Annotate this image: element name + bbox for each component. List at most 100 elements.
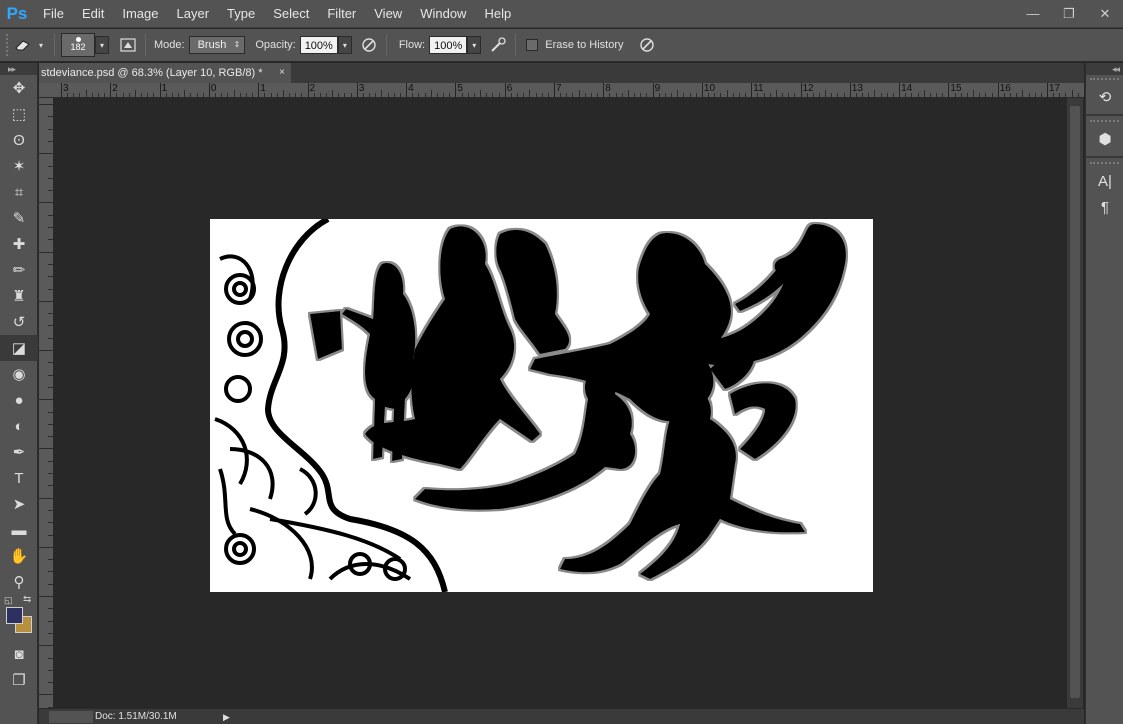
menu-help[interactable]: Help (475, 0, 520, 28)
ruler-minor-tick (375, 93, 377, 97)
history-brush-tool[interactable]: ↺ (0, 309, 38, 335)
blur-tool[interactable]: ● (0, 387, 38, 413)
ruler-minor-tick (794, 93, 796, 97)
brush-panel-toggle-icon[interactable] (117, 34, 139, 56)
ruler-minor-tick (134, 90, 136, 97)
ruler-minor-tick (104, 93, 106, 97)
ruler-minor-tick (936, 93, 938, 97)
paint-bucket-tool[interactable]: ◉ (0, 361, 38, 387)
mode-select[interactable]: Brush ⇕ (188, 36, 246, 54)
eraser-icon[interactable] (12, 34, 34, 56)
clone-stamp-tool[interactable]: ♜ (0, 283, 38, 309)
brush-preset-picker[interactable]: 182 (61, 33, 95, 57)
menu-image[interactable]: Image (113, 0, 167, 28)
ruler-minor-tick (147, 93, 149, 97)
opacity-input[interactable]: 100% (299, 36, 338, 54)
document-tab[interactable]: stdeviance.psd @ 68.3% (Layer 10, RGB/8)… (39, 63, 291, 83)
menu-file[interactable]: File (34, 0, 73, 28)
ruler-minor-tick (264, 93, 266, 97)
marquee-tool[interactable]: ⬚ (0, 101, 38, 127)
erase-to-history-checkbox[interactable] (526, 39, 539, 51)
menu-view[interactable]: View (365, 0, 411, 28)
flow-input[interactable]: 100% (429, 36, 468, 54)
ruler-minor-tick (738, 93, 740, 97)
status-menu-arrow-icon[interactable]: ▶ (223, 710, 230, 724)
canvas-workspace[interactable] (54, 98, 1066, 708)
hand-tool[interactable]: ✋ (0, 543, 38, 569)
document-canvas[interactable] (210, 219, 873, 592)
mode-label: Mode: (154, 39, 185, 51)
default-colors-icon[interactable]: ◱ (4, 595, 13, 606)
move-tool[interactable]: ✥ (0, 75, 38, 101)
ruler-minor-tick (541, 93, 543, 97)
ruler-tick (48, 522, 53, 524)
type-tool[interactable]: T (0, 465, 38, 491)
photoshop-logo: Ps (6, 3, 28, 23)
healing-brush-tool[interactable]: ✚ (0, 231, 38, 257)
ruler-minor-tick (880, 93, 882, 97)
flow-slider-dropdown[interactable]: ▾ (467, 36, 482, 54)
pressure-opacity-icon[interactable] (358, 34, 380, 56)
path-selection-tool[interactable]: ➤ (0, 491, 38, 517)
ruler-minor-tick (560, 93, 562, 97)
swap-colors-icon[interactable]: ⇆ (23, 594, 31, 605)
ruler-minor-tick (492, 93, 494, 97)
ruler-minor-tick (270, 93, 272, 97)
panel-dock-collapse[interactable]: ◂◂ (1086, 63, 1123, 75)
ruler-minor-tick (621, 93, 623, 97)
ruler-tick (48, 436, 53, 438)
3d-panel-icon[interactable]: ⬢ (1086, 126, 1123, 152)
options-separator (385, 34, 387, 56)
erase-to-history-label: Erase to History (545, 39, 624, 51)
menu-edit[interactable]: Edit (73, 0, 113, 28)
character-panel-icon[interactable]: A| (1086, 168, 1123, 194)
foreground-color-swatch[interactable] (6, 607, 23, 624)
pen-tool[interactable]: ✒ (0, 439, 38, 465)
quick-mask-icon[interactable]: ◙ (0, 641, 38, 667)
tool-preset-dropdown[interactable]: ▾ (34, 36, 48, 54)
paragraph-panel-icon[interactable]: ¶ (1086, 194, 1123, 220)
ruler-minor-tick (572, 93, 574, 97)
restore-button[interactable]: ❐ (1051, 0, 1087, 28)
menu-layer[interactable]: Layer (168, 0, 219, 28)
ruler-tick (48, 509, 53, 511)
ruler-minor-tick (775, 90, 777, 97)
ruler-tick (38, 251, 53, 253)
ruler-minor-tick (609, 93, 611, 97)
history-panel-icon[interactable]: ⟲ (1086, 84, 1123, 110)
screen-mode-icon[interactable]: ❐ (0, 667, 38, 693)
vertical-scrollbar-thumb[interactable] (1070, 106, 1080, 698)
ruler-minor-tick (91, 93, 93, 97)
ruler-minor-tick (1022, 90, 1024, 97)
opacity-slider-dropdown[interactable]: ▾ (337, 36, 352, 54)
rectangle-tool[interactable]: ▬ (0, 517, 38, 543)
airbrush-icon[interactable] (487, 34, 509, 56)
vertical-scrollbar[interactable] (1066, 98, 1083, 708)
crop-tool[interactable]: ⌗ (0, 179, 38, 205)
tools-panel-collapse[interactable]: ▸▸ (0, 63, 37, 75)
horizontal-ruler[interactable]: 3 2 1 0 1 2 3 4 5 6 7 8 9 10 11 12 13 14 15 16 17 (39, 83, 1084, 98)
close-window-button[interactable]: ✕ (1087, 0, 1123, 28)
eraser-tool[interactable]: ◪ (0, 335, 38, 361)
brush-tool[interactable]: ✏ (0, 257, 38, 283)
menu-type[interactable]: Type (218, 0, 264, 28)
zoom-level-field[interactable] (49, 711, 93, 723)
dodge-tool[interactable]: ◐ (0, 413, 38, 439)
vertical-ruler[interactable] (38, 98, 54, 708)
brush-preset-dropdown[interactable]: ▾ (95, 36, 109, 54)
pressure-size-icon[interactable] (636, 34, 658, 56)
ruler-minor-tick (369, 93, 371, 97)
ruler-minor-tick (67, 93, 69, 97)
magic-wand-tool[interactable]: ✶ (0, 153, 38, 179)
zoom-tool[interactable]: ⚲ (0, 569, 38, 595)
ruler-tick (38, 153, 53, 155)
ruler-minor-tick (874, 90, 876, 97)
lasso-tool[interactable]: ʘ (0, 127, 38, 153)
ruler-tick (48, 165, 53, 167)
eyedropper-tool[interactable]: ✎ (0, 205, 38, 231)
menu-filter[interactable]: Filter (318, 0, 365, 28)
menu-select[interactable]: Select (264, 0, 318, 28)
menu-window[interactable]: Window (411, 0, 475, 28)
minimize-button[interactable]: — (1015, 0, 1051, 28)
close-document-icon[interactable]: × (279, 63, 285, 83)
